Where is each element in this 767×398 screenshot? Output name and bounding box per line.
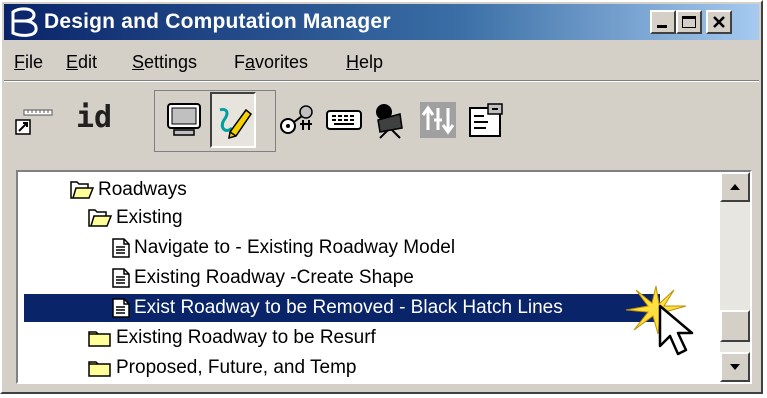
dimension-shortcut-icon <box>15 109 53 135</box>
id-tool-label[interactable]: id <box>76 100 112 135</box>
minimize-icon <box>657 25 667 28</box>
toolbar: id <box>10 90 750 162</box>
mouse-pointer-icon <box>658 304 694 356</box>
projector-button[interactable] <box>366 92 412 148</box>
tree-item-existing-resurf[interactable]: Existing Roadway to be Resurf <box>18 324 718 352</box>
title-bar[interactable]: Design and Computation Manager <box>4 4 759 40</box>
folder-open-icon <box>88 209 112 227</box>
tree-item-label: Roadways <box>98 179 187 200</box>
arrow-up-icon <box>730 184 740 190</box>
minimize-button[interactable] <box>650 10 676 34</box>
key-person-icon <box>280 105 313 134</box>
tree-list: Roadways Existing Navigate to - Existing… <box>18 172 718 382</box>
maximize-button[interactable] <box>676 10 702 34</box>
sort-arrows-icon <box>420 102 456 138</box>
scroll-down-button[interactable] <box>720 352 750 382</box>
tree-item-proposed-future-temp[interactable]: Proposed, Future, and Temp <box>18 354 718 382</box>
folder-icon <box>88 361 111 377</box>
properties-icon <box>469 103 503 137</box>
keypad-icon <box>326 110 362 130</box>
menu-divider <box>4 80 759 82</box>
folder-open-icon <box>70 181 94 199</box>
tree-item-label: Exist Roadway to be Removed - Black Hatc… <box>134 297 563 318</box>
draw-pen-button[interactable] <box>210 92 256 148</box>
close-button[interactable] <box>706 10 732 34</box>
sort-arrows-button[interactable] <box>414 92 460 148</box>
arrow-down-icon <box>730 364 740 370</box>
key-person-button[interactable] <box>272 92 318 148</box>
document-icon <box>112 268 130 288</box>
tree-view[interactable]: Roadways Existing Navigate to - Existing… <box>16 170 752 384</box>
tree-item-existing[interactable]: Existing <box>18 204 718 232</box>
bentley-logo-icon <box>11 7 38 37</box>
menu-help[interactable]: Help <box>346 52 383 73</box>
tree-item-label: Existing <box>116 207 183 228</box>
vertical-scrollbar[interactable] <box>720 172 750 382</box>
tree-item-navigate-existing-model[interactable]: Navigate to - Existing Roadway Model <box>18 234 718 262</box>
window-title: Design and Computation Manager <box>44 10 391 33</box>
tree-item-create-shape[interactable]: Existing Roadway -Create Shape <box>18 264 718 292</box>
close-icon <box>713 16 725 28</box>
dimension-shortcut-button[interactable] <box>10 92 56 148</box>
projector-icon <box>376 104 403 139</box>
scroll-thumb[interactable] <box>720 310 750 342</box>
keypad-button[interactable] <box>320 92 366 148</box>
tree-item-selected-black-hatch[interactable]: Exist Roadway to be Removed - Black Hatc… <box>24 294 660 322</box>
tree-item-label: Existing Roadway -Create Shape <box>134 267 414 288</box>
folder-icon <box>88 331 111 347</box>
document-icon <box>112 238 130 258</box>
menu-bar: File Edit Settings Favorites Help <box>4 48 759 78</box>
maximize-icon <box>682 16 696 28</box>
menu-favorites[interactable]: Favorites <box>234 52 308 73</box>
menu-settings[interactable]: Settings <box>132 52 197 73</box>
tree-item-label: Proposed, Future, and Temp <box>116 357 357 378</box>
tree-item-roadways[interactable]: Roadways <box>18 176 718 204</box>
app-window: Design and Computation Manager File Edit… <box>0 0 763 394</box>
tree-item-label: Existing Roadway to be Resurf <box>116 327 376 348</box>
document-icon <box>112 298 130 318</box>
tree-item-label: Navigate to - Existing Roadway Model <box>134 237 456 258</box>
scroll-up-button[interactable] <box>720 172 750 202</box>
monitor-button[interactable] <box>160 92 206 148</box>
monitor-icon <box>167 103 201 136</box>
menu-edit[interactable]: Edit <box>66 52 97 73</box>
menu-file[interactable]: File <box>14 52 43 73</box>
draw-pen-icon <box>219 108 253 140</box>
properties-button[interactable] <box>462 92 508 148</box>
